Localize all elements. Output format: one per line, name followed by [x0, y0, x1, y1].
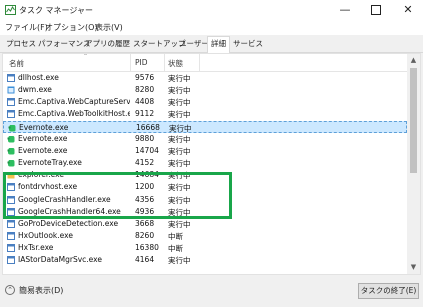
- default-app-icon: [7, 244, 15, 253]
- maximize-icon: [371, 5, 381, 15]
- process-name: Emc.Captiva.WebToolkitHost.e...: [18, 109, 130, 119]
- table-row[interactable]: Emc.Captiva.WebToolkitHost.e... 9112 実行中: [3, 108, 407, 120]
- default-app-icon: [7, 98, 15, 107]
- table-row[interactable]: IAStorDataMgrSvc.exe 4164 実行中: [3, 254, 407, 266]
- evernote-icon: [8, 124, 16, 132]
- menu-file[interactable]: ファイル(F): [5, 21, 48, 34]
- evernote-icon: [7, 147, 15, 155]
- end-task-button[interactable]: タスクの終了(E): [358, 283, 419, 299]
- process-status: 実行中: [168, 74, 191, 83]
- process-status: 中断: [168, 244, 183, 254]
- footer-bar: ⌃ 簡易表示(D) タスクの終了(E): [0, 275, 423, 307]
- evernote-icon: [7, 159, 15, 167]
- table-row[interactable]: Evernote.exe 16668 実行中: [3, 120, 407, 133]
- process-status: 実行中: [168, 86, 191, 96]
- evernote-icon: [7, 135, 15, 143]
- process-name: HxOutlook.exe: [18, 230, 73, 240]
- green-highlight-box: [3, 172, 232, 219]
- process-pid: 4152: [135, 158, 155, 168]
- process-status: 中断: [168, 231, 183, 241]
- process-status: 実行中: [168, 146, 191, 156]
- process-pid: 14704: [135, 145, 159, 155]
- maximize-button[interactable]: [361, 0, 391, 20]
- chevron-up-icon: ⌃: [5, 285, 15, 295]
- less-details-label: 簡易表示(D): [19, 286, 64, 295]
- close-button[interactable]: ✕: [393, 0, 423, 20]
- scroll-thumb[interactable]: [410, 68, 417, 173]
- table-row[interactable]: Emc.Captiva.WebCaptureServi... 4408 実行中: [3, 96, 407, 108]
- process-pid: 9576: [135, 73, 155, 82]
- table-row[interactable]: Evernote.exe 9880 実行中: [3, 133, 407, 145]
- default-app-icon: [7, 219, 15, 228]
- table-row[interactable]: dwm.exe 8280 実行中: [3, 84, 407, 96]
- tab-services[interactable]: サービス: [230, 37, 266, 51]
- process-status: 実行中: [168, 134, 191, 144]
- process-name: dwm.exe: [18, 85, 52, 95]
- window-title: タスク マネージャー: [19, 6, 93, 15]
- table-row[interactable]: HxOutlook.exe 8260 中断: [3, 230, 407, 242]
- process-pid: 4164: [135, 255, 155, 265]
- menu-bar: ファイル(F) オプション(O) 表示(V): [0, 20, 423, 35]
- column-name[interactable]: 名前: [9, 58, 24, 69]
- column-header: ⌃ 名前 PID 状態: [3, 54, 407, 72]
- sort-ascending-icon: ⌃: [83, 53, 89, 60]
- process-pid: 16668: [136, 122, 160, 132]
- process-status: 実行中: [168, 159, 191, 169]
- table-row[interactable]: dllhost.exe 9576 実行中: [3, 72, 407, 84]
- process-name: GoProDeviceDetection.exe: [18, 218, 119, 228]
- table-row[interactable]: GoProDeviceDetection.exe 3668 実行中: [3, 218, 407, 230]
- column-status[interactable]: 状態: [168, 58, 183, 69]
- menu-view[interactable]: 表示(V): [95, 21, 123, 34]
- process-list: ⌃ 名前 PID 状態 dllhost.exe 9576 実行中 dwm.exe 828…: [2, 53, 421, 275]
- process-status: 実行中: [168, 256, 191, 266]
- column-divider[interactable]: [164, 54, 165, 71]
- default-app-icon: [7, 110, 15, 119]
- tab-processes[interactable]: プロセス: [3, 37, 39, 51]
- menu-options[interactable]: オプション(O): [45, 21, 98, 34]
- tab-details[interactable]: 詳細: [207, 36, 230, 53]
- process-name: Evernote.exe: [18, 133, 68, 143]
- process-name: Evernote.exe: [18, 145, 68, 155]
- window-manager-icon: [7, 86, 15, 94]
- process-name: Evernote.exe: [19, 122, 69, 132]
- process-pid: 8260: [135, 230, 155, 240]
- process-name: Emc.Captiva.WebCaptureServi...: [18, 97, 130, 107]
- process-status: 実行中: [168, 219, 191, 229]
- title-bar: タスク マネージャー — ✕: [0, 0, 423, 20]
- process-pid: 3668: [135, 218, 155, 228]
- column-divider[interactable]: [130, 54, 131, 71]
- process-name: dllhost.exe: [18, 73, 59, 82]
- table-row[interactable]: HxTsr.exe 16380 中断: [3, 242, 407, 254]
- tab-bar: プロセス パフォーマンス アプリの履歴 スタートアップ ユーザー 詳細 サービス: [0, 35, 423, 53]
- process-pid: 8280: [135, 85, 155, 95]
- process-pid: 4408: [135, 97, 155, 107]
- vertical-scrollbar[interactable]: ▲ ▼: [407, 54, 420, 274]
- process-status: 実行中: [168, 110, 191, 120]
- process-pid: 9112: [135, 109, 155, 119]
- scroll-down-icon[interactable]: ▼: [407, 261, 420, 274]
- table-row[interactable]: Evernote.exe 14704 実行中: [3, 145, 407, 157]
- process-name: EvernoteTray.exe: [18, 158, 82, 168]
- process-status: 実行中: [168, 98, 191, 108]
- task-manager-icon: [5, 5, 16, 15]
- table-row[interactable]: EvernoteTray.exe 4152 実行中: [3, 157, 407, 169]
- process-name: HxTsr.exe: [18, 243, 54, 253]
- process-pid: 9880: [135, 133, 155, 143]
- minimize-button[interactable]: —: [330, 0, 360, 20]
- default-app-icon: [7, 74, 15, 82]
- default-app-icon: [7, 256, 15, 265]
- default-app-icon: [7, 231, 15, 240]
- column-pid[interactable]: PID: [135, 58, 148, 67]
- column-divider[interactable]: [199, 54, 200, 71]
- scroll-up-icon[interactable]: ▲: [407, 54, 420, 67]
- tab-app-history[interactable]: アプリの履歴: [82, 37, 133, 51]
- process-name: IAStorDataMgrSvc.exe: [18, 255, 102, 265]
- process-pid: 16380: [135, 243, 159, 253]
